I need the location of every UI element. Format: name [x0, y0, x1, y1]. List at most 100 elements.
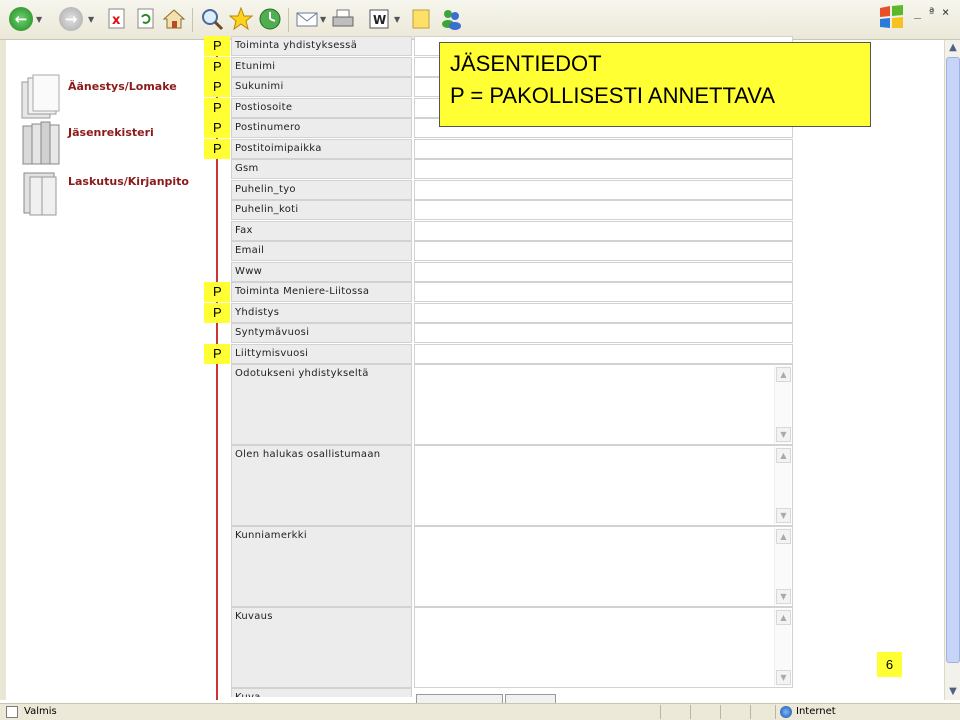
text-input[interactable] [414, 323, 793, 343]
history-icon [259, 8, 281, 30]
scroll-up-icon[interactable]: ▲ [776, 529, 791, 544]
minimize-button[interactable]: _ [914, 5, 921, 19]
back-arrow-icon: ← [9, 7, 33, 31]
print-button[interactable] [330, 6, 356, 32]
textarea-row: Odotukseni yhdistykseltä ▲ ▼ [231, 364, 793, 445]
text-input[interactable] [414, 200, 793, 220]
text-input[interactable] [414, 302, 793, 323]
field-label: Postitoimipaikka [231, 138, 412, 159]
vertical-scrollbar[interactable]: ▲ ▼ [944, 40, 960, 700]
form-row: Syntymävuosi [231, 323, 793, 343]
field-label: Yhdistys [231, 302, 412, 323]
field-label: Olen halukas osallistumaan [231, 445, 412, 526]
scroll-up-icon[interactable]: ▲ [945, 40, 960, 56]
stop-button[interactable]: x [104, 6, 130, 32]
status-divider [720, 705, 721, 719]
documents-icon [21, 74, 60, 119]
info-callout: JÄSENTIEDOT P = PAKOLLISESTI ANNETTAVA [439, 42, 871, 127]
magnifier-icon [202, 9, 224, 31]
text-input[interactable] [414, 179, 793, 200]
forward-button[interactable]: → [58, 6, 84, 32]
text-input[interactable] [414, 159, 793, 179]
scroll-down-icon[interactable]: ▼ [776, 427, 791, 442]
sidebar-item-jasenrekisteri[interactable]: Jäsenrekisteri [20, 120, 210, 170]
status-bar: Valmis Internet [0, 703, 960, 720]
back-button[interactable]: ← [8, 6, 34, 32]
textarea-input[interactable]: ▲ ▼ [414, 364, 793, 445]
scroll-up-icon[interactable]: ▲ [776, 610, 791, 625]
field-label: Kuva [231, 688, 412, 697]
mail-button[interactable] [294, 6, 320, 32]
field-label: Postiosoite [231, 97, 412, 118]
scroll-down-icon[interactable]: ▼ [776, 508, 791, 523]
callout-title: JÄSENTIEDOT [450, 51, 602, 76]
binders-icon [22, 121, 60, 165]
edit-button[interactable]: W [366, 6, 392, 32]
star-icon [229, 7, 253, 31]
search-button[interactable] [199, 6, 225, 32]
form-row: Toiminta Meniere-Liitossa [231, 282, 793, 302]
text-input[interactable] [414, 220, 793, 241]
sidebar-item-aanestys[interactable]: Äänestys/Lomake [20, 74, 210, 124]
textarea-input[interactable]: ▲ ▼ [414, 526, 793, 607]
page-number: 6 [877, 652, 902, 677]
status-text: Valmis [24, 706, 57, 717]
textarea-row: Kunniamerkki ▲ ▼ [231, 526, 793, 607]
messenger-icon [442, 10, 461, 30]
required-marker: P [204, 118, 230, 138]
close-button[interactable]: × [942, 5, 949, 19]
scroll-down-icon[interactable]: ▼ [776, 670, 791, 685]
restore-button[interactable]: ª [928, 5, 935, 19]
text-input[interactable] [414, 343, 793, 364]
textarea-row: Olen halukas osallistumaan ▲ ▼ [231, 445, 793, 526]
svg-text:x: x [112, 13, 121, 28]
home-icon [162, 9, 186, 29]
text-input[interactable] [414, 261, 793, 282]
textarea-scrollbar[interactable]: ▲ ▼ [774, 528, 791, 605]
mail-dropdown-icon[interactable]: ▼ [320, 15, 326, 24]
status-divider [750, 705, 751, 719]
field-label: Postinumero [231, 118, 412, 138]
windows-logo-icon [880, 5, 903, 28]
discuss-button[interactable] [408, 6, 434, 32]
field-label: Kuvaus [231, 607, 412, 688]
required-marker: P [204, 282, 230, 302]
toolbar-separator [192, 8, 193, 32]
textarea-scrollbar[interactable]: ▲ ▼ [774, 366, 791, 443]
favorites-button[interactable] [228, 6, 254, 32]
scroll-thumb[interactable] [946, 57, 960, 663]
text-input[interactable] [414, 138, 793, 159]
field-label: Puhelin_tyo [231, 179, 412, 200]
scroll-up-icon[interactable]: ▲ [776, 448, 791, 463]
form-row: Fax [231, 220, 793, 241]
textarea-input[interactable]: ▲ ▼ [414, 607, 793, 688]
sidebar-item-laskutus[interactable]: Laskutus/Kirjanpito [20, 169, 210, 219]
field-label: Fax [231, 220, 412, 241]
status-divider [660, 705, 661, 719]
form-row: Gsm [231, 159, 793, 179]
scroll-down-icon[interactable]: ▼ [776, 589, 791, 604]
text-input[interactable] [414, 241, 793, 261]
textarea-scrollbar[interactable]: ▲ ▼ [774, 447, 791, 524]
form-row: Yhdistys [231, 302, 793, 323]
field-label: Email [231, 241, 412, 261]
refresh-button[interactable] [133, 6, 159, 32]
field-label: Gsm [231, 159, 412, 179]
scroll-up-icon[interactable]: ▲ [776, 367, 791, 382]
edit-dropdown-icon[interactable]: ▼ [394, 15, 400, 24]
member-form: Toiminta yhdistyksessä Etunimi Sukunimi Pos… [231, 36, 793, 700]
messenger-button[interactable] [438, 6, 464, 32]
scroll-down-icon[interactable]: ▼ [945, 684, 960, 700]
textarea-input[interactable]: ▲ ▼ [414, 445, 793, 526]
history-button[interactable] [257, 6, 283, 32]
home-button[interactable] [161, 6, 187, 32]
internet-zone-icon [780, 706, 792, 718]
field-label: Sukunimi [231, 77, 412, 97]
text-input[interactable] [414, 282, 793, 302]
textarea-scrollbar[interactable]: ▲ ▼ [774, 609, 791, 686]
form-row: Www [231, 261, 793, 282]
forward-dropdown-icon[interactable]: ▼ [88, 15, 94, 24]
form-row: Email [231, 241, 793, 261]
back-dropdown-icon[interactable]: ▼ [36, 15, 42, 24]
toolbar-separator [288, 8, 289, 32]
